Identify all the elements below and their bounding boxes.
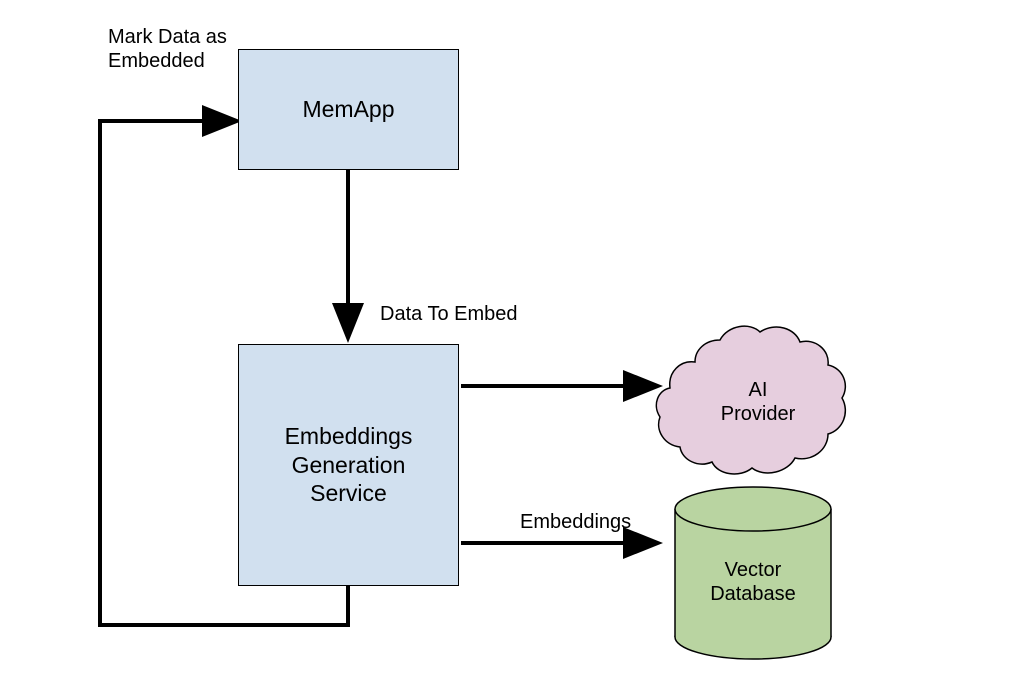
service-box: Embeddings Generation Service <box>238 344 459 586</box>
architecture-diagram: MemApp Embeddings Generation Service Mar… <box>0 0 1024 691</box>
label-embeddings: Embeddings <box>520 510 631 534</box>
memapp-label: MemApp <box>302 95 394 124</box>
diagram-svg <box>0 0 1024 691</box>
memapp-box: MemApp <box>238 49 459 170</box>
ai-provider-label: AI Provider <box>718 378 798 426</box>
label-data-to-embed: Data To Embed <box>380 302 518 326</box>
vector-database-label: Vector Database <box>703 558 803 606</box>
service-label: Embeddings Generation Service <box>285 422 413 508</box>
label-mark-data: Mark Data as Embedded <box>108 25 227 73</box>
